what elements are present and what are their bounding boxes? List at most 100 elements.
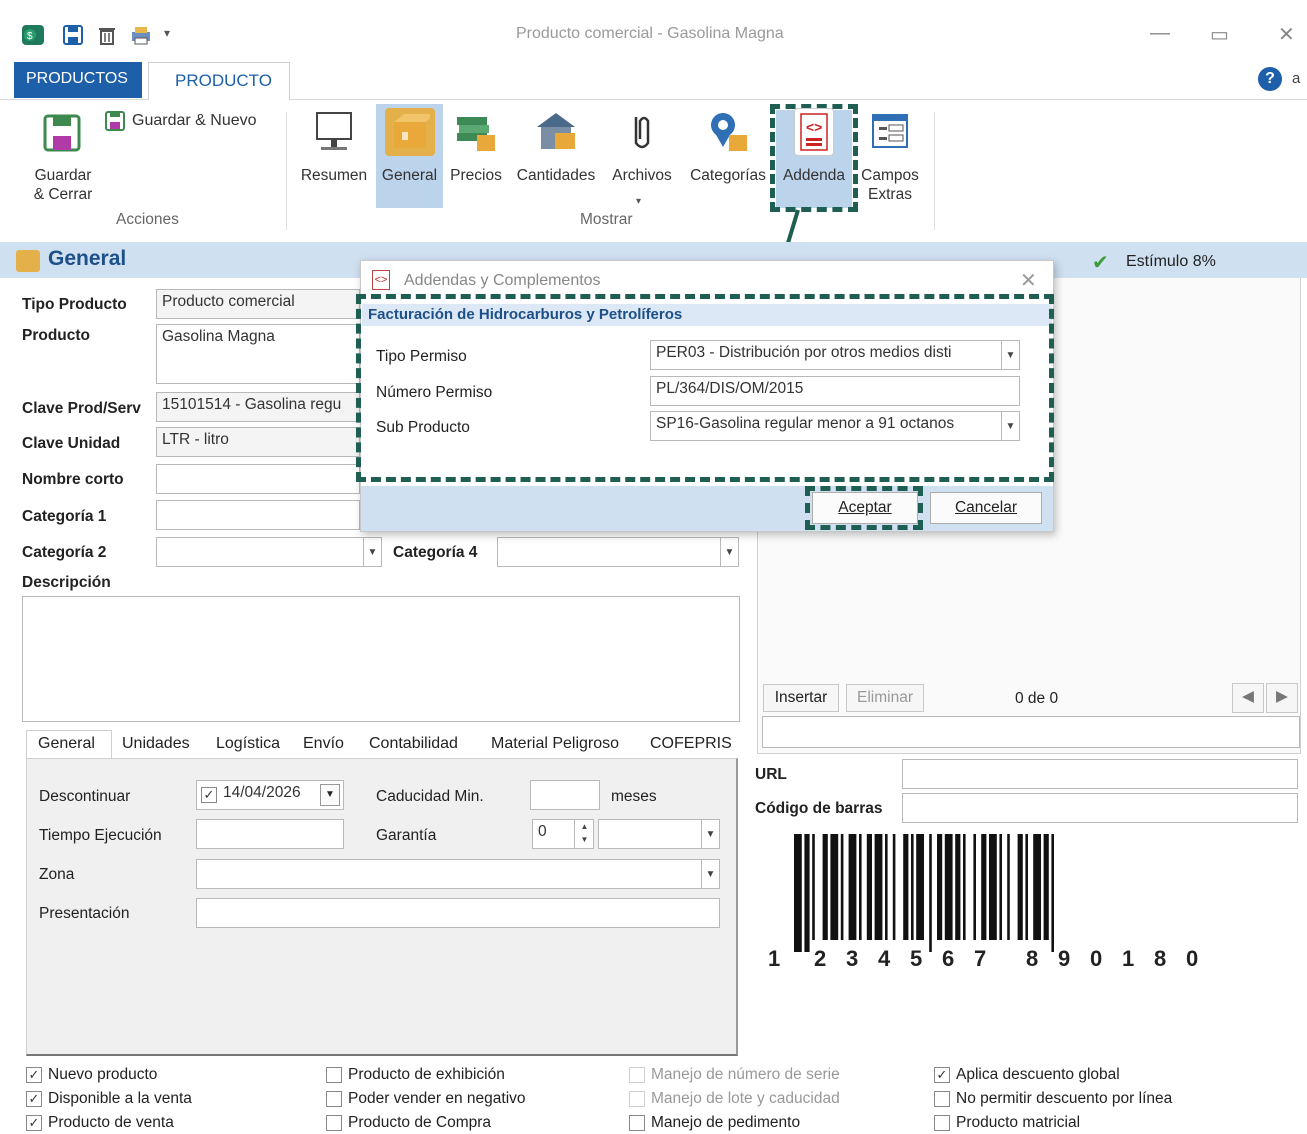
close-icon[interactable]: ✕ <box>1278 22 1295 47</box>
cantidades-label: Cantidades <box>516 167 596 184</box>
barcode-bar <box>830 834 839 940</box>
checkbox[interactable] <box>629 1115 645 1131</box>
resumen-button[interactable]: Resumen <box>296 104 372 208</box>
prev-arrow-icon[interactable]: ◀ <box>1232 683 1264 713</box>
checkbox[interactable]: ✓ <box>26 1091 42 1107</box>
maximize-icon[interactable]: ▭ <box>1210 22 1229 47</box>
subtab-general[interactable]: General <box>38 735 95 753</box>
chevron-down-icon[interactable]: ▼ <box>701 860 719 888</box>
cancel-button[interactable]: Cancelar <box>930 492 1042 524</box>
categorias-button[interactable]: Categorías <box>682 104 774 208</box>
subtab-envio[interactable]: Envío <box>303 735 344 753</box>
insertar-button[interactable]: Insertar <box>763 684 839 712</box>
precios-button[interactable]: Precios <box>446 104 506 208</box>
zona-select[interactable]: ▼ <box>196 859 720 889</box>
partial-label: a <box>1292 70 1301 87</box>
addenda-button[interactable]: <> Addenda <box>776 104 852 208</box>
checkbox[interactable] <box>326 1091 342 1107</box>
presentacion-field[interactable] <box>196 898 720 928</box>
clave-prod-label: Clave Prod/Serv <box>22 400 141 417</box>
barcode-bar <box>929 834 932 952</box>
general-label: General <box>381 167 438 184</box>
descontinuar-label: Descontinuar <box>39 788 131 805</box>
checkbox[interactable] <box>326 1115 342 1131</box>
barcode-bar <box>1043 834 1049 940</box>
checkbox-label: Manejo de número de serie <box>651 1066 840 1083</box>
help-icon[interactable]: ? <box>1258 67 1282 91</box>
zona-label: Zona <box>39 866 75 883</box>
qat-dropdown-icon[interactable]: ▾ <box>164 26 170 40</box>
dialog-fields-highlight <box>356 294 1054 482</box>
checkbox-label: Aplica descuento global <box>956 1066 1120 1083</box>
addenda-label: Addenda <box>782 167 846 184</box>
categoria2-select[interactable]: ▼ <box>156 537 382 567</box>
ribbon-separator-2 <box>934 112 935 230</box>
close-icon[interactable]: ✕ <box>1020 268 1037 293</box>
trash-icon[interactable] <box>94 22 120 48</box>
acciones-group-label: Acciones <box>116 211 179 228</box>
clave-unidad-field[interactable]: LTR - litro <box>156 427 360 457</box>
barcode-digit: 3 <box>846 946 859 971</box>
barcode-field[interactable] <box>902 793 1298 823</box>
spinner-icon[interactable]: ▲ ▼ <box>574 820 594 848</box>
checkbox[interactable] <box>326 1067 342 1083</box>
minimize-icon[interactable]: — <box>1150 22 1170 45</box>
subtab-cofepris[interactable]: COFEPRIS <box>650 735 732 753</box>
producto-label: Producto <box>22 327 91 344</box>
barcode-digit: 0 <box>1090 946 1103 971</box>
barcode-bar <box>955 834 961 940</box>
cantidades-button[interactable]: Cantidades <box>510 104 602 208</box>
save-new-button[interactable]: Guardar & Nuevo <box>132 112 257 130</box>
subtab-unidades[interactable]: Unidades <box>122 735 190 753</box>
checkbox[interactable] <box>934 1091 950 1107</box>
checkbox-label: Poder vender en negativo <box>348 1090 526 1107</box>
precios-label: Precios <box>450 167 502 184</box>
printer-icon[interactable] <box>128 22 154 48</box>
barcode-bar <box>859 834 862 940</box>
barcode-bar <box>911 834 914 940</box>
barcode-bar <box>944 834 953 940</box>
checkbox[interactable]: ✓ <box>26 1115 42 1131</box>
next-arrow-icon[interactable]: ▶ <box>1266 683 1298 713</box>
chevron-down-icon[interactable]: ▼ <box>701 820 719 848</box>
tab-productos[interactable]: PRODUCTOS <box>14 62 142 98</box>
barcode-bar <box>804 834 810 952</box>
checkbox[interactable] <box>934 1115 950 1131</box>
tab-producto[interactable]: PRODUCTO <box>148 62 290 100</box>
subtab-material-peligroso[interactable]: Material Peligroso <box>491 735 619 753</box>
checkbox[interactable]: ✓ <box>934 1067 950 1083</box>
warehouse-icon <box>531 108 581 156</box>
barcode-bar <box>963 834 966 940</box>
archivos-dropdown-icon[interactable]: ▾ <box>636 196 641 207</box>
tipo-producto-field[interactable]: Producto comercial <box>156 289 360 319</box>
calendar-dropdown-icon[interactable]: ▼ <box>320 784 340 806</box>
archivos-button[interactable]: Archivos <box>606 104 678 208</box>
eliminar-button[interactable]: Eliminar <box>846 684 924 712</box>
categoria4-select[interactable]: ▼ <box>497 537 739 567</box>
tiempo-field[interactable] <box>196 819 344 849</box>
producto-field[interactable]: Gasolina Magna <box>156 324 360 384</box>
addenda-icon: <> <box>794 108 834 156</box>
descontinuar-checkbox[interactable]: ✓ <box>201 787 217 803</box>
general-button[interactable]: General <box>376 104 443 208</box>
barcode-digit: 1 <box>1122 946 1135 971</box>
checkbox[interactable]: ✓ <box>26 1067 42 1083</box>
barcode-bar <box>892 834 896 940</box>
save-icon[interactable] <box>60 22 86 48</box>
campos-extras-button[interactable]: Campos Extras <box>856 104 924 208</box>
url-field[interactable] <box>902 759 1298 789</box>
clave-prod-field[interactable]: 15101514 - Gasolina regu <box>156 392 360 422</box>
categoria1-field[interactable] <box>156 500 360 530</box>
caducidad-field[interactable] <box>530 780 600 810</box>
save-close-button[interactable]: Guardar & Cerrar <box>20 104 106 208</box>
nombre-corto-field[interactable] <box>156 464 360 494</box>
chevron-down-icon[interactable]: ▼ <box>363 538 381 566</box>
tiempo-label: Tiempo Ejecución <box>39 827 162 844</box>
image-path-field[interactable] <box>762 716 1300 748</box>
app-icon[interactable]: $ <box>20 22 46 48</box>
chevron-down-icon[interactable]: ▼ <box>720 538 738 566</box>
descripcion-field[interactable] <box>22 596 740 722</box>
subtab-logistica[interactable]: Logística <box>216 735 280 753</box>
garantia-unit-select[interactable]: ▼ <box>598 819 720 849</box>
subtab-contabilidad[interactable]: Contabilidad <box>369 735 458 753</box>
